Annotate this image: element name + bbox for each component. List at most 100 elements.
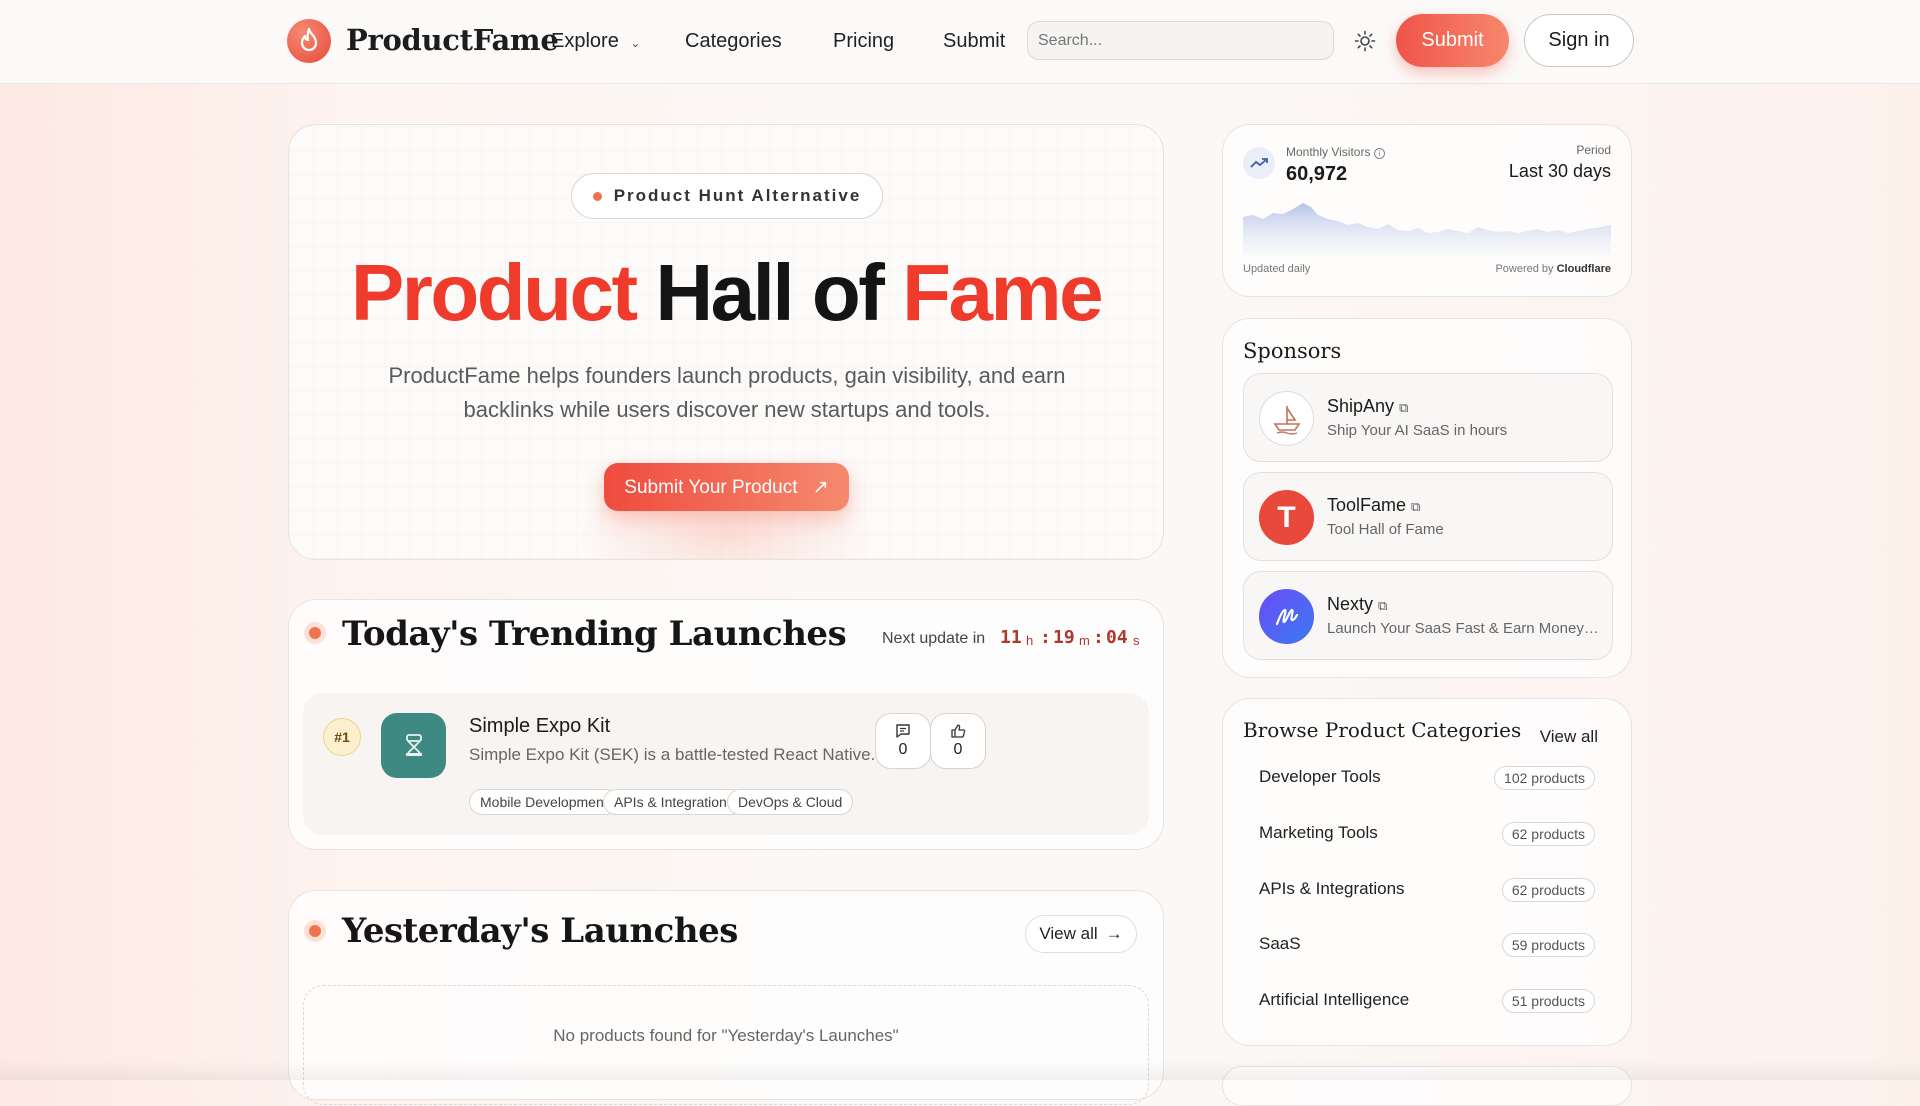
submit-button[interactable]: Submit bbox=[1396, 14, 1509, 67]
category-count: 51 products bbox=[1501, 989, 1595, 1013]
sponsor-description: Launch Your SaaS Fast & Earn Money Fast bbox=[1327, 620, 1599, 637]
toolfame-logo-icon: T bbox=[1259, 490, 1314, 545]
view-all-label: View all bbox=[1039, 924, 1098, 943]
countdown-seconds: 04 bbox=[1106, 627, 1128, 648]
theme-toggle-sun-icon[interactable] bbox=[1354, 30, 1376, 52]
sponsor-description: Tool Hall of Fame bbox=[1327, 521, 1444, 538]
category-name: Developer Tools bbox=[1259, 767, 1381, 786]
external-link-icon: ⧉ bbox=[1399, 400, 1409, 415]
category-count: 62 products bbox=[1501, 822, 1595, 846]
sponsor-item-nexty[interactable]: Nexty ⧉ Launch Your SaaS Fast & Earn Mon… bbox=[1243, 571, 1613, 660]
category-name: Marketing Tools bbox=[1259, 823, 1378, 842]
period-value: Last 30 days bbox=[1508, 161, 1611, 181]
section-dot-icon bbox=[304, 920, 326, 942]
sponsor-name: ToolFame ⧉ bbox=[1327, 495, 1421, 515]
badge-dot-icon bbox=[592, 191, 602, 201]
search-input[interactable] bbox=[1027, 21, 1334, 60]
trending-up-icon bbox=[1243, 147, 1275, 179]
section-dot-icon bbox=[304, 622, 326, 644]
monthly-visitors-value: 60,972 bbox=[1286, 163, 1348, 185]
upvote-count: 0 bbox=[953, 741, 963, 758]
yesterday-view-all-button[interactable]: View all → bbox=[1025, 915, 1137, 953]
monthly-visitors-label: Monthly Visitors i bbox=[1286, 145, 1385, 159]
visitors-card: Monthly Visitors i 60,972 Period Last 30… bbox=[1222, 124, 1632, 297]
product-description: Simple Expo Kit (SEK) is a battle-tested… bbox=[469, 745, 885, 764]
category-name: APIs & Integrations bbox=[1259, 879, 1405, 898]
product-tag[interactable]: DevOps & Cloud bbox=[727, 789, 854, 815]
product-card[interactable]: #1 Simple Expo Kit Simple Expo Kit (SEK)… bbox=[303, 693, 1149, 835]
sponsors-title: Sponsors bbox=[1243, 339, 1342, 363]
nav-explore-label: Explore bbox=[551, 30, 619, 52]
brand-name[interactable]: ProductFame bbox=[346, 23, 559, 57]
badge-label: Product Hunt Alternative bbox=[613, 186, 862, 205]
category-item[interactable]: Artificial Intelligence 51 products bbox=[1259, 986, 1595, 1016]
nav-pricing[interactable]: Pricing bbox=[833, 30, 894, 53]
comments-count: 0 bbox=[898, 741, 908, 758]
countdown-sep: : bbox=[1040, 627, 1051, 648]
category-item[interactable]: Developer Tools 102 products bbox=[1259, 763, 1595, 793]
nav-categories[interactable]: Categories bbox=[685, 30, 782, 53]
categories-view-all-link[interactable]: View all bbox=[1540, 727, 1598, 747]
hero-title: Product Hall of Fame bbox=[289, 247, 1163, 339]
top-nav: ProductFame Explore ⌄ Categories Pricing… bbox=[0, 0, 1920, 84]
nav-explore[interactable]: Explore ⌄ bbox=[551, 30, 640, 53]
upvote-button[interactable]: 0 bbox=[930, 713, 986, 769]
countdown-sep: : bbox=[1093, 627, 1104, 648]
arrow-up-right-icon: ↗ bbox=[812, 476, 829, 498]
period-label: Period bbox=[1576, 143, 1611, 157]
countdown-minutes-unit: m bbox=[1079, 633, 1090, 648]
powered-by-label: Powered by Cloudflare bbox=[1495, 263, 1611, 275]
flame-logo-icon[interactable] bbox=[287, 19, 331, 63]
nav-submit[interactable]: Submit bbox=[943, 30, 1005, 53]
product-logo[interactable] bbox=[381, 713, 446, 778]
categories-card: Browse Product Categories View all Devel… bbox=[1222, 698, 1632, 1046]
hero-title-part2: Hall of bbox=[655, 248, 884, 337]
product-name[interactable]: Simple Expo Kit bbox=[469, 715, 610, 738]
hero-title-part3: Fame bbox=[902, 248, 1103, 337]
rank-badge: #1 bbox=[323, 718, 361, 756]
external-link-icon: ⧉ bbox=[1411, 499, 1421, 514]
hero-title-part1: Product bbox=[350, 248, 638, 337]
sponsor-name: ShipAny ⧉ bbox=[1327, 396, 1409, 416]
countdown-seconds-unit: s bbox=[1133, 633, 1140, 648]
trending-title: Today's Trending Launches bbox=[342, 614, 847, 654]
hero-card: Product Hunt Alternative Product Hall of… bbox=[288, 124, 1164, 560]
chevron-down-icon: ⌄ bbox=[630, 36, 641, 50]
countdown-hours-unit: h bbox=[1026, 633, 1034, 648]
category-name: Artificial Intelligence bbox=[1259, 990, 1410, 1009]
nexty-logo-icon bbox=[1259, 589, 1314, 644]
visitors-sparkline bbox=[1243, 203, 1611, 255]
sponsor-item-shipany[interactable]: ShipAny ⧉ Ship Your AI SaaS in hours bbox=[1243, 373, 1613, 462]
category-item[interactable]: Marketing Tools 62 products bbox=[1259, 819, 1595, 849]
cta-label: Submit Your Product bbox=[624, 476, 798, 498]
category-count: 62 products bbox=[1501, 878, 1595, 902]
cloudflare-link[interactable]: Cloudflare bbox=[1557, 263, 1611, 275]
next-update-label: Next update in bbox=[882, 630, 986, 647]
comments-button[interactable]: 0 bbox=[875, 713, 931, 769]
category-item[interactable]: APIs & Integrations 62 products bbox=[1259, 875, 1595, 905]
countdown-minutes: 19 bbox=[1053, 627, 1075, 648]
sponsor-name: Nexty ⧉ bbox=[1327, 594, 1388, 614]
hero-subtitle: ProductFame helps founders launch produc… bbox=[388, 363, 1066, 422]
sign-in-button[interactable]: Sign in bbox=[1524, 14, 1634, 67]
sponsor-item-toolfame[interactable]: T ToolFame ⧉ Tool Hall of Fame bbox=[1243, 472, 1613, 561]
thumbs-up-icon bbox=[951, 724, 966, 738]
arrow-right-icon: → bbox=[1105, 924, 1123, 943]
category-item[interactable]: SaaS 59 products bbox=[1259, 930, 1595, 960]
info-icon[interactable]: i bbox=[1373, 148, 1385, 159]
updated-daily-label: Updated daily bbox=[1243, 263, 1311, 275]
sponsor-description: Ship Your AI SaaS in hours bbox=[1327, 422, 1508, 439]
page-bottom-shadow bbox=[0, 1060, 1920, 1080]
product-tag[interactable]: Mobile Development bbox=[469, 789, 619, 815]
category-name: SaaS bbox=[1259, 934, 1301, 953]
comment-icon bbox=[896, 724, 910, 738]
categories-title: Browse Product Categories bbox=[1243, 718, 1522, 742]
alternative-badge: Product Hunt Alternative bbox=[571, 173, 883, 219]
empty-state: No products found for "Yesterday's Launc… bbox=[303, 985, 1149, 1105]
submit-your-product-button[interactable]: Submit Your Product ↗ bbox=[604, 463, 849, 511]
category-count: 102 products bbox=[1494, 766, 1595, 790]
product-tag[interactable]: APIs & Integrations bbox=[603, 789, 745, 815]
sponsors-card: Sponsors ShipAny ⧉ Ship Your AI SaaS in … bbox=[1222, 318, 1632, 678]
empty-state-text: No products found for "Yesterday's Launc… bbox=[553, 1026, 899, 1045]
countdown-hours: 11 bbox=[1000, 627, 1022, 648]
